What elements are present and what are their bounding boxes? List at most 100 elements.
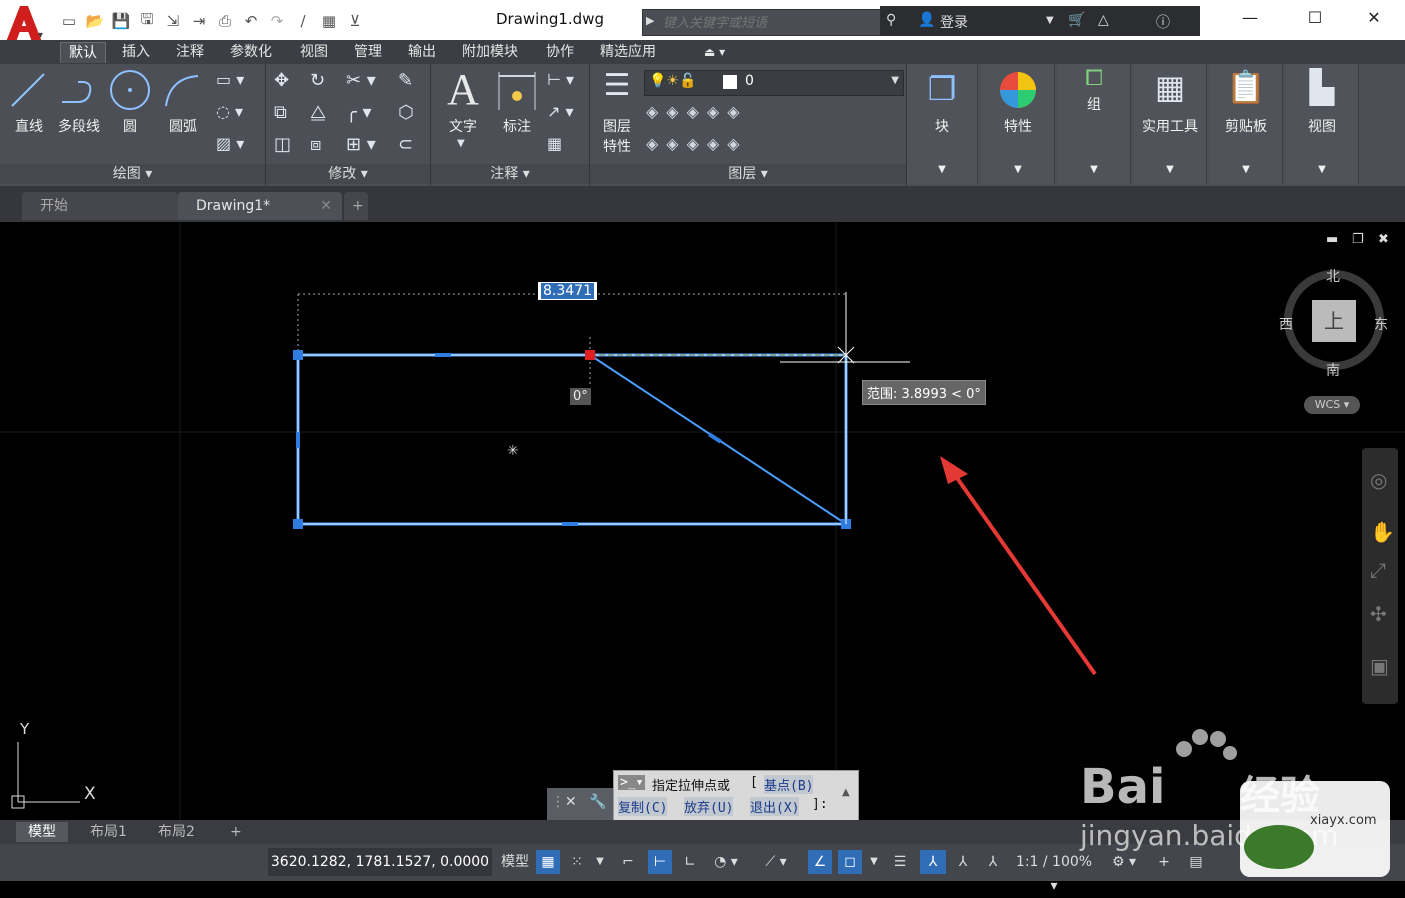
open-icon[interactable]: 📂 (84, 10, 106, 32)
leader-icon[interactable]: ↗ ▾ (547, 102, 574, 121)
stretch-icon[interactable]: ◫ (274, 134, 291, 155)
array-icon[interactable]: ⊞ ▾ (346, 134, 376, 155)
dimension-button[interactable]: 标注 (493, 116, 541, 136)
redo-icon[interactable]: ↷ (266, 10, 288, 32)
tab-manage[interactable]: 管理 (346, 42, 390, 62)
save-as-icon[interactable]: 🖫 (136, 10, 158, 32)
viewport-restore-icon[interactable]: ❐ (1352, 232, 1364, 247)
tab-parametric[interactable]: 参数化 (222, 42, 280, 62)
workspace-icon[interactable]: ▦ (318, 10, 340, 32)
grid-icon[interactable]: ▦ (536, 850, 560, 874)
mirror-icon[interactable]: ⧋ (310, 102, 326, 123)
showmotion-icon[interactable]: ▣ (1370, 654, 1389, 678)
utilities-button[interactable]: ▦ 实用工具 ▼ (1134, 64, 1207, 184)
clipboard-button[interactable]: 📋 剪贴板 ▼ (1210, 64, 1283, 184)
compass-south[interactable]: 南 (1326, 360, 1340, 380)
new-tab-button[interactable]: + (344, 192, 368, 220)
option-copy[interactable]: 复制(C) (618, 797, 668, 816)
line-button[interactable]: 直线 (4, 116, 54, 136)
user-icon[interactable]: 👤 (918, 12, 935, 28)
annotation-scale-icon[interactable]: ⅄ (980, 850, 1006, 874)
dimension-input[interactable]: 8.3471 (538, 282, 597, 300)
search-box[interactable]: ▶ (642, 9, 882, 36)
layer-dropdown[interactable]: 💡☀🔓 0 ▼ (644, 70, 904, 96)
viewcube-top-face[interactable]: 上 (1312, 300, 1356, 342)
compass-east[interactable]: 东 (1374, 314, 1388, 334)
arc-icon[interactable] (160, 70, 204, 110)
wcs-dropdown[interactable]: WCS ▾ (1304, 396, 1360, 414)
tab-collaborate[interactable]: 协作 (538, 42, 582, 62)
text-button[interactable]: 文字 (441, 116, 485, 136)
layer-tools-row1-icon[interactable]: ◈◈◈◈◈ (646, 102, 748, 121)
tab-featured-apps[interactable]: 精选应用 (592, 42, 664, 62)
scale-icon[interactable]: ⧈ (310, 134, 321, 155)
command-prompt-box[interactable]: >_▾ 指定拉伸点或 [ 基点(B) 复制(C) 放弃(U) 退出(X) ]: … (613, 770, 859, 822)
cart-icon[interactable]: 🛒 (1068, 12, 1085, 28)
offset-icon[interactable]: ⊂ (398, 134, 413, 155)
trim-icon[interactable]: ✂ ▾ (346, 70, 376, 91)
text-icon[interactable]: A (443, 64, 483, 115)
new-icon[interactable]: ▭ (58, 10, 80, 32)
orbit-icon[interactable]: ✣ (1370, 602, 1387, 626)
erase-icon[interactable]: ✎ (398, 70, 413, 91)
ribbon-toggle-icon[interactable]: ⏏ ▾ (696, 42, 733, 62)
move-icon[interactable]: ✥ (274, 70, 289, 91)
group-button[interactable]: ⧠ 组 ▼ (1058, 64, 1131, 184)
search-input[interactable] (661, 12, 875, 34)
command-prompt-icon[interactable]: >_▾ (618, 775, 646, 790)
login-label[interactable]: 登录 (940, 12, 968, 32)
auto-scale-icon[interactable]: ⅄ (950, 850, 976, 874)
object-snap-icon[interactable]: ◻ (838, 850, 862, 874)
infer-icon[interactable]: ⌐ (616, 850, 640, 874)
compass-west[interactable]: 西 (1279, 314, 1293, 334)
lineweight-icon[interactable]: ☰ (888, 850, 912, 874)
rotate-icon[interactable]: ↻ (310, 70, 325, 91)
hatch-icon[interactable]: ▨ ▾ (216, 134, 244, 153)
coordinates-display[interactable]: 3620.1282, 1781.1527, 0.0000 (268, 848, 492, 876)
fillet-icon[interactable]: ╭ ▾ (346, 102, 372, 123)
copy-icon[interactable]: ⧉ (274, 102, 287, 123)
linear-dim-icon[interactable]: ⊢ ▾ (547, 70, 574, 89)
tab-layout1[interactable]: 布局1 (78, 822, 139, 842)
tab-model[interactable]: 模型 (16, 822, 68, 842)
undo-icon[interactable]: ↶ (240, 10, 262, 32)
isodraft-icon[interactable]: ⟋ ▾ (756, 850, 796, 874)
binoculars-icon[interactable]: ⚲ (886, 12, 896, 28)
print-icon[interactable]: ⎙ (214, 10, 236, 32)
customize-qat-icon[interactable]: ⊻ (344, 10, 366, 32)
annotation-panel-title[interactable]: 注释 ▾ (431, 164, 589, 184)
arc-button[interactable]: 圆弧 (158, 116, 208, 136)
annotation-visibility-icon[interactable]: ⅄ (920, 850, 946, 874)
snap-dropdown-icon[interactable]: ▼ (592, 850, 608, 874)
export-icon[interactable]: ⇲ (162, 10, 184, 32)
close-icon[interactable]: ✕ (1354, 8, 1394, 27)
block-button[interactable]: ❐ 块 ▼ (907, 64, 978, 184)
zoom-extents-icon[interactable]: ⤢ (1370, 558, 1386, 582)
circle-button[interactable]: 圆 (112, 116, 148, 136)
text-dropdown-icon[interactable]: ▼ (457, 138, 465, 149)
add-layout-icon[interactable]: + (218, 822, 254, 842)
tab-drawing1[interactable]: Drawing1* ✕ (178, 192, 342, 220)
viewport-minimize-icon[interactable]: ▬ (1326, 232, 1338, 247)
object-snap-tracking-icon[interactable]: ∠ (808, 850, 832, 874)
table-icon[interactable]: ▦ (547, 134, 562, 153)
pan-icon[interactable]: ✋ (1370, 520, 1395, 544)
import-icon[interactable]: ⇥ (188, 10, 210, 32)
tab-view[interactable]: 视图 (292, 42, 336, 62)
modify-panel-title[interactable]: 修改 ▾ (266, 164, 430, 184)
login-dropdown-icon[interactable]: ▼ (1046, 15, 1054, 26)
osnap-dropdown-icon[interactable]: ▼ (866, 850, 882, 874)
minimize-icon[interactable]: — (1230, 8, 1270, 27)
save-icon[interactable]: 💾 (110, 10, 132, 32)
layer-tools-row2-icon[interactable]: ◈◈◈◈◈ (646, 134, 748, 153)
snap-icon[interactable]: ⁙ (564, 850, 590, 874)
command-close-icon[interactable]: ✕ (565, 794, 577, 810)
grip-icon[interactable]: ⋮ (551, 794, 565, 810)
layer-properties-icon[interactable]: ☰ (596, 68, 638, 103)
properties-button[interactable]: 特性 ▼ (982, 64, 1055, 184)
tab-layout2[interactable]: 布局2 (146, 822, 207, 842)
maximize-icon[interactable]: ☐ (1295, 8, 1335, 27)
polyline-button[interactable]: 多段线 (52, 116, 106, 136)
ellipse-icon[interactable]: ◌ ▾ (216, 102, 243, 121)
compass-north[interactable]: 北 (1326, 266, 1340, 286)
